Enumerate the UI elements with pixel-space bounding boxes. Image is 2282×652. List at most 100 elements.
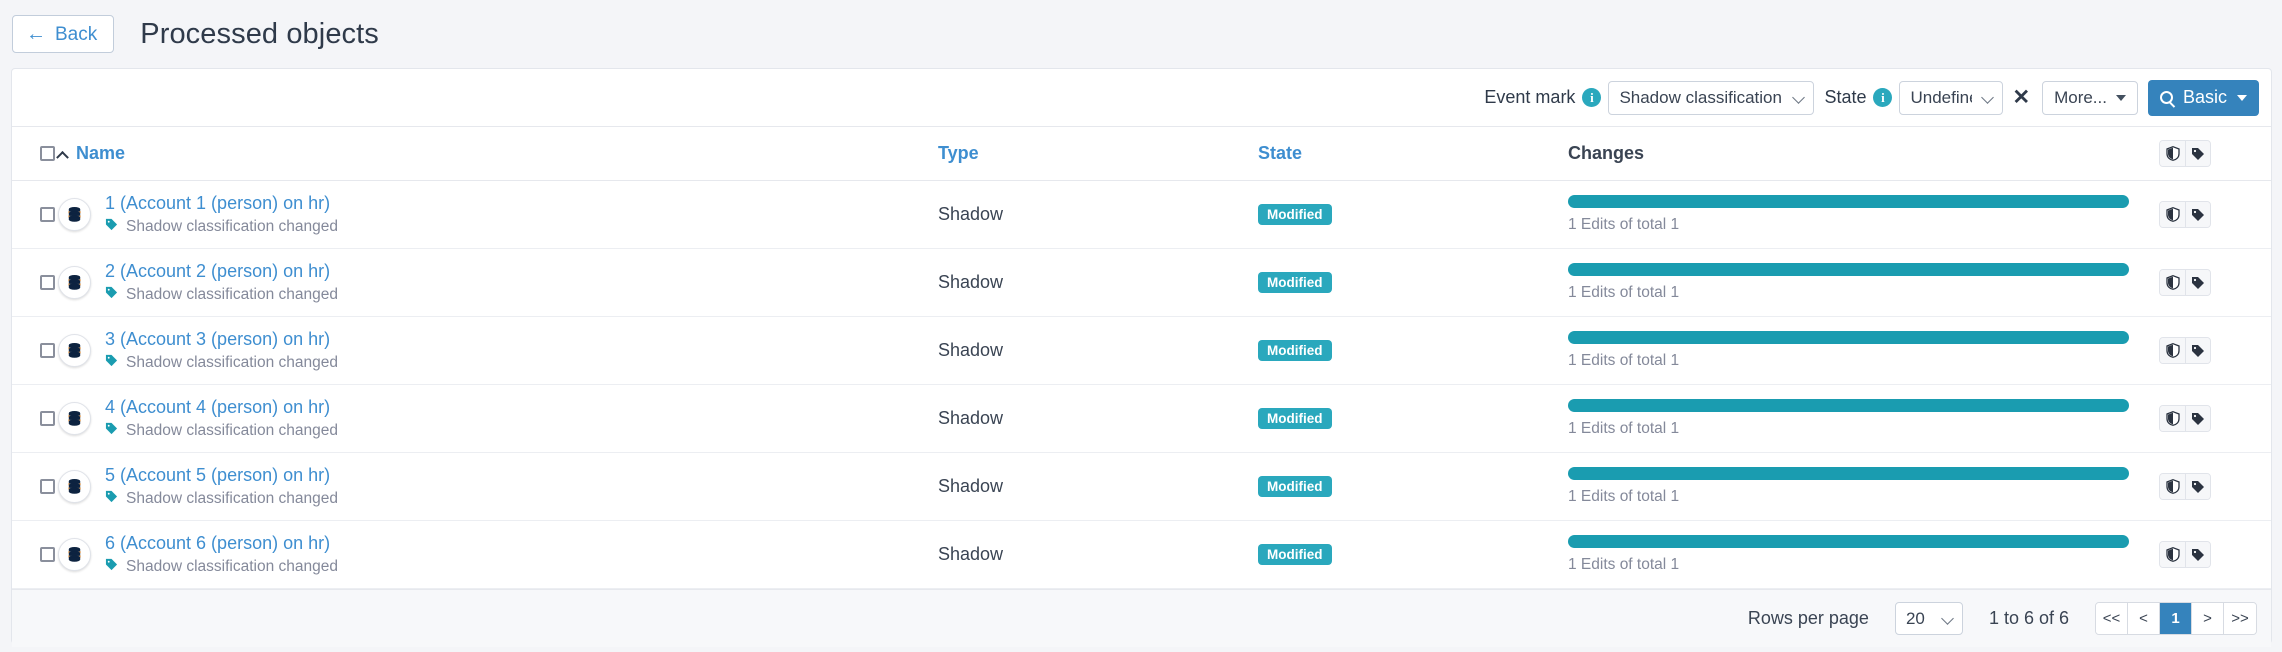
tag-icon[interactable] [2185, 338, 2210, 363]
tag-icon[interactable] [2185, 406, 2210, 431]
shield-icon[interactable] [2160, 141, 2185, 166]
pagination-last-button[interactable]: >> [2224, 603, 2256, 634]
row-action-group [2159, 405, 2211, 432]
shield-icon[interactable] [2160, 542, 2185, 567]
more-filters-label: More... [2054, 88, 2107, 108]
column-header-name-label: Name [76, 143, 125, 163]
shield-icon[interactable] [2160, 270, 2185, 295]
table-body: 1 (Account 1 (person) on hr) Shadow class… [12, 181, 2271, 589]
shield-icon[interactable] [2160, 338, 2185, 363]
clear-state-filter-button[interactable]: ✕ [2010, 87, 2032, 108]
pagination-next-button[interactable]: > [2192, 603, 2224, 634]
select-all-checkbox[interactable] [40, 146, 55, 161]
pagination-prev-button[interactable]: < [2128, 603, 2160, 634]
tag-icon[interactable] [2185, 474, 2210, 499]
column-header-name[interactable]: Name [58, 127, 938, 181]
row-checkbox[interactable] [40, 547, 55, 562]
back-button[interactable]: ← Back [12, 15, 114, 53]
changes-progress-track [1568, 263, 2129, 276]
object-link[interactable]: 1 (Account 1 (person) on hr) [105, 193, 338, 214]
rows-per-page-select[interactable]: 20 [1895, 602, 1963, 635]
row-name-cell: 6 (Account 6 (person) on hr)Shadow class… [58, 521, 938, 589]
tag-icon[interactable] [2185, 270, 2210, 295]
tag-icon [105, 286, 118, 304]
object-link[interactable]: 3 (Account 3 (person) on hr) [105, 329, 338, 350]
changes-progress-track [1568, 399, 2129, 412]
pagination-page-1-button[interactable]: 1 [2160, 603, 2192, 634]
changes-progress-fill [1568, 467, 2129, 480]
status-badge: Modified [1258, 408, 1332, 430]
column-header-state[interactable]: State [1258, 127, 1568, 181]
tag-icon[interactable] [2185, 202, 2210, 227]
table-row: 4 (Account 4 (person) on hr)Shadow class… [12, 385, 2271, 453]
changes-caption: 1 Edits of total 1 [1568, 284, 2129, 302]
changes-caption: 1 Edits of total 1 [1568, 488, 2129, 506]
event-mark-select[interactable]: Shadow classification changed [1608, 81, 1814, 115]
row-type-cell: Shadow [938, 453, 1258, 521]
status-badge: Modified [1258, 544, 1332, 566]
object-link[interactable]: 4 (Account 4 (person) on hr) [105, 397, 338, 418]
row-changes-cell: 1 Edits of total 1 [1568, 521, 2159, 589]
table-row: 2 (Account 2 (person) on hr)Shadow class… [12, 249, 2271, 317]
object-link[interactable]: 2 (Account 2 (person) on hr) [105, 261, 338, 282]
row-select-cell [12, 317, 58, 385]
tag-icon[interactable] [2185, 542, 2210, 567]
status-badge: Modified [1258, 272, 1332, 294]
row-checkbox[interactable] [40, 479, 55, 494]
row-name-cell: 2 (Account 2 (person) on hr)Shadow class… [58, 249, 938, 317]
event-mark-label: Event mark [1484, 87, 1575, 108]
column-header-type-label: Type [938, 143, 979, 163]
row-changes-cell: 1 Edits of total 1 [1568, 249, 2159, 317]
info-icon[interactable]: i [1873, 88, 1892, 107]
column-header-type[interactable]: Type [938, 127, 1258, 181]
row-checkbox[interactable] [40, 343, 55, 358]
search-icon [2160, 91, 2173, 104]
object-link[interactable]: 5 (Account 5 (person) on hr) [105, 465, 338, 486]
row-actions-cell [2159, 317, 2271, 385]
event-mark-select-wrap: Shadow classification changed [1608, 81, 1814, 115]
object-link[interactable]: 6 (Account 6 (person) on hr) [105, 533, 338, 554]
pagination-first-button[interactable]: << [2096, 603, 2128, 634]
row-checkbox[interactable] [40, 275, 55, 290]
pagination: << < 1 > >> [2095, 602, 2257, 635]
processed-objects-page: ← Back Processed objects Event mark i Sh… [0, 0, 2282, 652]
row-tag-label: Shadow classification changed [126, 490, 338, 508]
row-actions-cell [2159, 249, 2271, 317]
changes-progress-track [1568, 467, 2129, 480]
row-checkbox[interactable] [40, 411, 55, 426]
row-state-cell: Modified [1258, 521, 1568, 589]
status-badge: Modified [1258, 340, 1332, 362]
row-name-cell: 5 (Account 5 (person) on hr) Shadow class… [58, 453, 938, 521]
database-icon [58, 538, 91, 571]
state-filter: State i Undefined ✕ [1824, 81, 2032, 115]
row-action-group [2159, 337, 2211, 364]
row-state-cell: Modified [1258, 385, 1568, 453]
shield-icon[interactable] [2160, 202, 2185, 227]
tag-icon[interactable] [2185, 141, 2210, 166]
status-badge: Modified [1258, 476, 1332, 498]
changes-caption: 1 Edits of total 1 [1568, 352, 2129, 370]
changes-caption: 1 Edits of total 1 [1568, 216, 2129, 234]
more-filters-button[interactable]: More... [2042, 81, 2138, 115]
tag-icon [105, 558, 118, 576]
database-icon [58, 470, 91, 503]
database-icon [58, 334, 91, 367]
objects-card: Event mark i Shadow classification chang… [11, 68, 2272, 644]
info-icon[interactable]: i [1582, 88, 1601, 107]
shield-icon[interactable] [2160, 474, 2185, 499]
back-button-label: Back [55, 25, 97, 44]
row-name-cell: 3 (Account 3 (person) on hr)Shadow class… [58, 317, 938, 385]
row-checkbox[interactable] [40, 207, 55, 222]
header-action-group [2159, 140, 2211, 167]
row-name-cell: 4 (Account 4 (person) on hr)Shadow class… [58, 385, 938, 453]
shield-icon[interactable] [2160, 406, 2185, 431]
event-mark-filter: Event mark i Shadow classification chang… [1484, 81, 1814, 115]
processed-objects-table: Name Type State Changes [12, 127, 2271, 589]
table-header-row: Name Type State Changes [12, 127, 2271, 181]
state-select[interactable]: Undefined [1899, 81, 2003, 115]
filter-toolbar: Event mark i Shadow classification chang… [12, 69, 2271, 127]
page-title: Processed objects [140, 18, 379, 51]
rows-per-page-wrap: 20 [1895, 602, 1963, 635]
changes-progress-track [1568, 535, 2129, 548]
basic-search-button[interactable]: Basic [2148, 80, 2259, 116]
